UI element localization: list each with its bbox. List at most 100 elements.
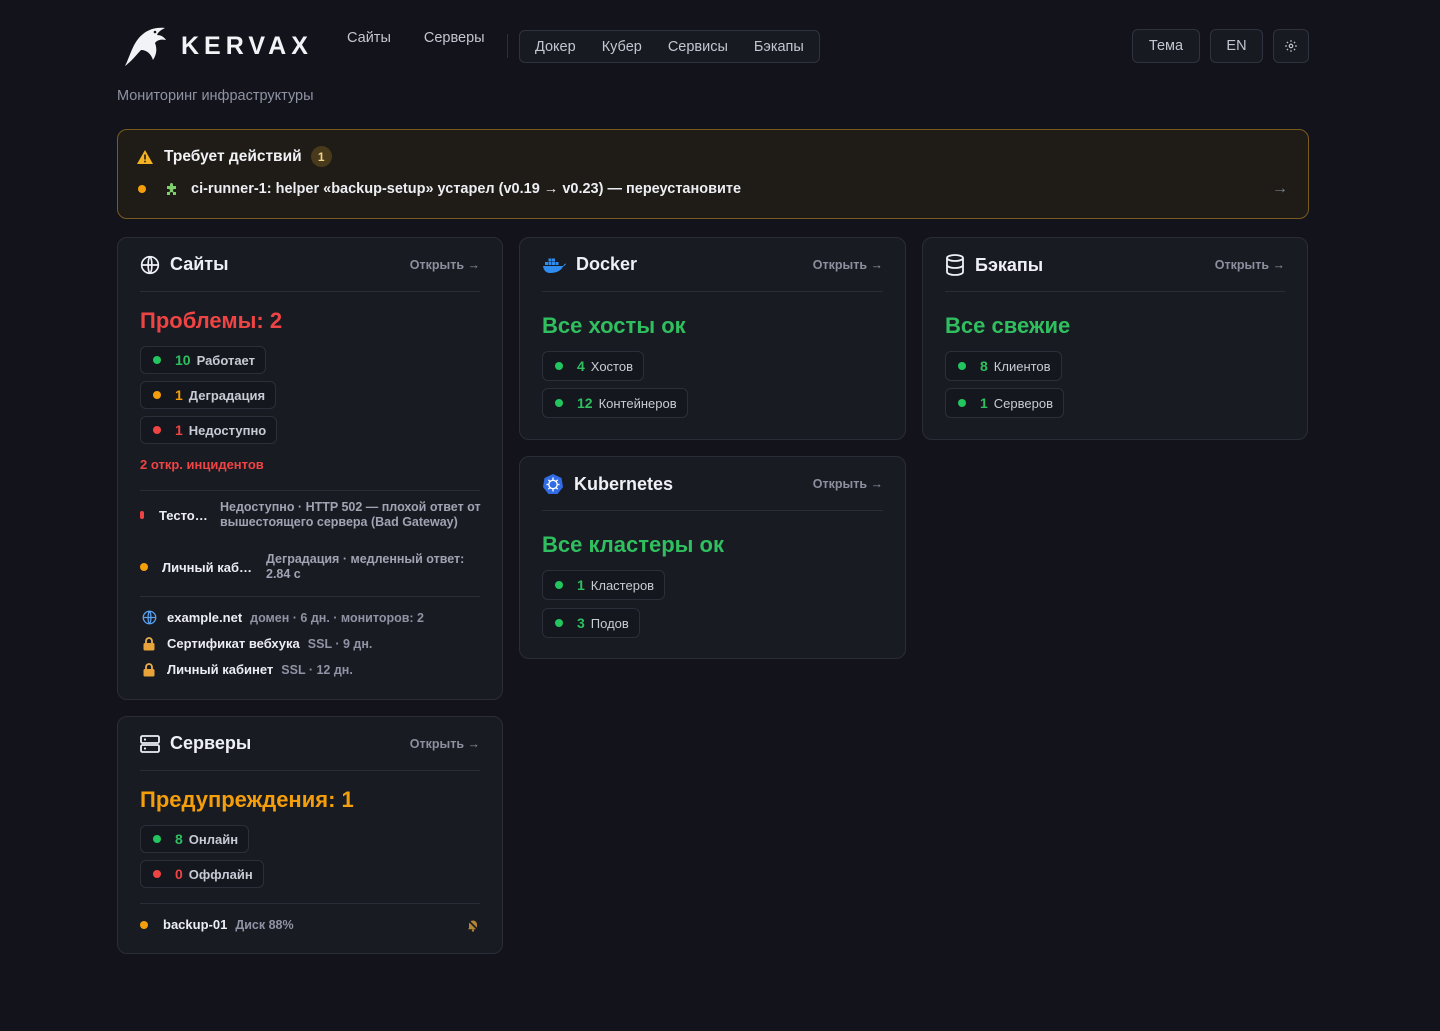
stat-value: 10 — [175, 352, 191, 368]
stat-label: Недоступно — [188, 422, 267, 438]
alert-count-badge: 1 — [310, 146, 332, 167]
open-servers-link[interactable]: Открыть → — [410, 737, 480, 751]
nav-kuber[interactable]: Кубер — [602, 39, 642, 55]
open-sites-link[interactable]: Открыть → — [410, 258, 480, 272]
sites-card: Сайты Открыть → Проблемы: 2 10 Работает … — [117, 237, 503, 700]
stat-pill: 1 Недоступно — [140, 416, 278, 444]
certificate-row[interactable]: Сертификат вебхука SSL · 9 дн. — [142, 636, 372, 651]
kubernetes-icon — [543, 474, 563, 494]
nav-services[interactable]: Сервисы — [668, 39, 728, 55]
incident-description: Недоступно · HTTP 502 — плохой ответ от … — [220, 500, 481, 529]
domain-row[interactable]: example.net домен · 6 дн. · мониторов: 2 — [142, 610, 424, 625]
domain-meta: домен · 6 дн. · мониторов: 2 — [250, 610, 424, 625]
status-headline: Предупреждения: 1 — [140, 787, 354, 812]
server-warning-row[interactable]: backup-01 Диск 88% — [140, 917, 480, 932]
nav-servers[interactable]: Серверы — [424, 30, 485, 46]
card-title: Бэкапы — [975, 254, 1044, 275]
stat-value: 4 — [577, 358, 585, 374]
incident-row[interactable]: Личный каб… Деградация · медленный ответ… — [140, 552, 482, 582]
stat-value: 0 — [175, 866, 183, 882]
stat-label: Хостов — [590, 358, 633, 374]
card-header: Бэкапы Открыть → — [945, 254, 1285, 292]
logo[interactable]: KERVAX — [121, 24, 313, 68]
card-header: Docker Открыть → — [542, 254, 883, 292]
stat-label: Подов — [590, 615, 629, 631]
server-name: backup-01 — [163, 917, 228, 932]
stat-pill: 8 Онлайн — [140, 825, 250, 853]
open-incidents-link[interactable]: 2 откр. инцидентов — [140, 457, 264, 472]
stat-label: Оффлайн — [188, 866, 253, 882]
warning-icon — [137, 149, 153, 164]
open-docker-link[interactable]: Открыть → — [813, 258, 883, 272]
servers-card: Серверы Открыть → Предупреждения: 1 8 Он… — [117, 716, 503, 954]
card-title: Сайты — [170, 254, 229, 274]
stat-pill: 12 Контейнеров — [542, 388, 688, 418]
action-required-alert: Требует действий 1 ci-runner-1: helper «… — [117, 129, 1309, 219]
alert-header: Требует действий 1 — [136, 146, 332, 167]
certificate-row[interactable]: Личный кабинет SSL · 12 дн. — [142, 662, 353, 677]
stat-label: Серверов — [993, 395, 1054, 411]
certificate-name: Сертификат вебхука — [167, 636, 300, 651]
alert-title: Требует действий — [164, 147, 302, 165]
stat-value: 8 — [980, 358, 988, 374]
certificate-meta: SSL · 12 дн. — [281, 662, 353, 677]
status-dot — [153, 835, 161, 843]
stat-label: Работает — [196, 352, 255, 368]
card-title: Docker — [576, 254, 638, 274]
lock-icon — [142, 636, 158, 651]
stat-pill: 3 Подов — [542, 608, 640, 638]
stat-label: Кластеров — [590, 577, 655, 593]
status-dot — [140, 511, 144, 519]
open-kubernetes-link[interactable]: Открыть → — [813, 477, 883, 491]
docker-card: Docker Открыть → Все хосты ок 4 Хостов 1… — [519, 237, 906, 440]
backups-card: Бэкапы Открыть → Все свежие 8 Клиентов 1… — [922, 237, 1308, 440]
stat-value: 3 — [577, 615, 585, 631]
nav-sites[interactable]: Сайты — [347, 30, 391, 46]
database-icon — [946, 254, 964, 276]
status-dot — [958, 399, 966, 407]
bell-off-icon[interactable] — [466, 918, 480, 932]
alert-arrow-icon[interactable]: → — [1272, 180, 1288, 198]
incident-row[interactable]: Тесто… Недоступно · HTTP 502 — плохой от… — [140, 500, 482, 530]
status-headline: Все хосты ок — [542, 313, 686, 338]
card-title: Серверы — [170, 733, 252, 753]
nav-docker[interactable]: Докер — [535, 39, 576, 55]
status-dot — [555, 362, 563, 370]
alert-item[interactable]: ci-runner-1: helper «backup-setup» устар… — [138, 181, 741, 197]
page-subtitle: Мониторинг инфраструктуры — [117, 88, 314, 104]
server-icon — [140, 734, 160, 753]
stat-pill: 1 Деградация — [140, 381, 277, 409]
open-backups-link[interactable]: Открыть → — [1215, 258, 1285, 272]
stat-value: 1 — [175, 422, 183, 438]
theme-button[interactable]: Тема — [1132, 29, 1200, 63]
docker-icon — [543, 258, 566, 273]
status-dot — [555, 399, 563, 407]
incident-name: Тесто… — [159, 507, 208, 523]
status-dot — [153, 356, 161, 364]
lock-icon — [142, 662, 158, 677]
certificate-meta: SSL · 9 дн. — [307, 636, 373, 651]
stat-pill: 0 Оффлайн — [140, 860, 264, 888]
card-header: Сайты Открыть → — [140, 254, 480, 292]
divider — [140, 903, 480, 904]
status-dot — [153, 870, 161, 878]
stat-pill: 1 Кластеров — [542, 570, 666, 600]
settings-button[interactable] — [1273, 29, 1309, 63]
divider — [140, 490, 480, 491]
globe-icon — [140, 255, 160, 274]
stat-value: 1 — [980, 395, 988, 411]
stat-label: Деградация — [188, 387, 266, 403]
stat-label: Онлайн — [188, 831, 239, 847]
card-header: Kubernetes Открыть → — [542, 473, 883, 511]
status-headline: Все кластеры ок — [542, 532, 724, 557]
stat-pill: 1 Серверов — [945, 388, 1065, 418]
brand-name: KERVAX — [181, 31, 313, 60]
card-header: Серверы Открыть → — [140, 733, 480, 771]
nav-backups[interactable]: Бэкапы — [754, 39, 804, 55]
incident-description: Деградация · медленный ответ: 2.84 с — [266, 552, 465, 581]
stat-label: Клиентов — [993, 358, 1051, 374]
language-button[interactable]: EN — [1210, 29, 1263, 63]
stat-pill: 10 Работает — [140, 346, 266, 374]
stat-value: 1 — [577, 577, 585, 593]
alert-message: ci-runner-1: helper «backup-setup» устар… — [191, 181, 742, 197]
